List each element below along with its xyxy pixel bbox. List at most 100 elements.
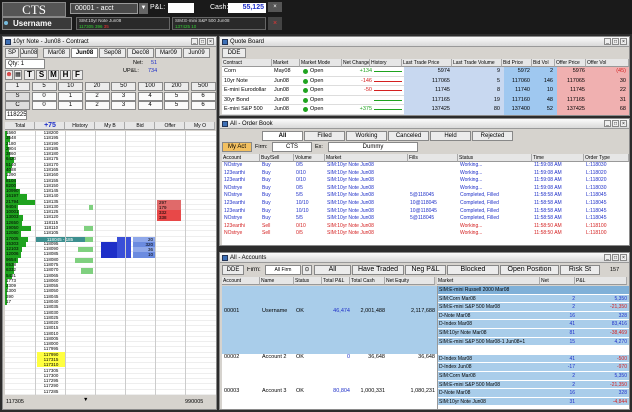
ladder-price[interactable]: 118155 <box>37 178 65 183</box>
ladder-price[interactable]: 118000 <box>37 341 65 346</box>
ladder-price[interactable]: 118145 <box>37 188 65 193</box>
scroll-down-icon[interactable]: ▼ <box>83 397 88 403</box>
qty-row-cell[interactable]: 3 <box>111 101 136 110</box>
order-row[interactable]: 123earthi Buy 0/10 SIM:10yr Note Jun08 Worki… <box>222 170 629 178</box>
ladder-price[interactable]: 118090 <box>37 246 65 251</box>
position-row[interactable]: SIM:10yr Note Jun08 31 -4,844 <box>438 397 629 407</box>
order-column-header[interactable]: Account <box>222 154 260 162</box>
quote-column-header[interactable]: History <box>370 59 402 67</box>
qty-row-cell[interactable]: 1 <box>58 92 83 101</box>
quote-row[interactable]: E-mini S&P 500 Jun08 Open +375 137425 80 13740… <box>222 105 629 115</box>
ladder-price[interactable]: 118110 <box>37 225 65 230</box>
ladder-price[interactable]: 118120 <box>37 214 65 219</box>
dom-column-header[interactable]: My B <box>95 122 125 130</box>
tab-month-dec08[interactable]: Dec08 <box>127 48 154 58</box>
account-row[interactable]: 00003 Account 3 OK 80,804 1,000,331 1,080,231 <box>222 388 437 396</box>
order-column-header[interactable]: Volume <box>294 154 325 162</box>
quote-column-header[interactable]: Last Trade Price <box>402 59 452 67</box>
ladder-price[interactable]: 118125 <box>37 209 65 214</box>
user-name[interactable]: Username <box>2 17 72 30</box>
order-type-button-f[interactable]: F <box>72 70 83 80</box>
qty-row-cell[interactable]: 1 <box>58 101 83 110</box>
filter-button-have-traded[interactable]: Have Traded <box>352 265 404 275</box>
qty-preset-button[interactable]: 1 <box>5 82 30 91</box>
position-row[interactable]: D-Note Mar08 16 328 <box>438 311 629 321</box>
quote-row[interactable]: E-mini Eurodollar Jun08 Open -50 11745 8 11740… <box>222 86 629 96</box>
quote-column-header[interactable]: Net Change <box>342 59 370 67</box>
tab-month-sep08[interactable]: Sep08 <box>99 48 126 58</box>
qty-row-cell[interactable]: C <box>5 101 30 110</box>
dom-column-header[interactable]: History <box>65 122 95 130</box>
qty-preset-button[interactable]: 500 <box>190 82 216 91</box>
dom-titlebar[interactable]: 10yr Note - Jun08 - Contract _ □ × <box>3 37 216 47</box>
qty-preset-button[interactable]: 200 <box>164 82 189 91</box>
tab-month-jun09[interactable]: Jun09 <box>183 48 210 58</box>
quote-column-header[interactable]: Contract <box>222 59 272 67</box>
position-row[interactable]: SIM:E-mini Russell 2000 Mar08 <box>438 286 629 295</box>
tab-held[interactable]: Held <box>430 131 471 141</box>
ladder-price[interactable]: 118005 <box>37 336 65 341</box>
tab-canceled[interactable]: Canceled <box>388 131 429 141</box>
maximize-button[interactable]: □ <box>199 38 206 45</box>
ladder-price[interactable]: 117295 <box>37 378 65 383</box>
account-column-header[interactable]: Net Equity <box>385 277 435 285</box>
ladder-price[interactable]: 117290 <box>37 383 65 388</box>
ladder-price[interactable]: 118160 <box>37 172 65 177</box>
maximize-button[interactable]: □ <box>612 38 619 45</box>
ladder-price[interactable]: 118040 <box>37 299 65 304</box>
account-column-header[interactable]: Status <box>294 277 322 285</box>
qty-row-cell[interactable]: 3 <box>111 92 136 101</box>
order-column-header[interactable]: Market <box>325 154 408 162</box>
tab-month-mar08[interactable]: Mar08 <box>43 48 70 58</box>
ladder-price[interactable]: 118020 <box>37 320 65 325</box>
binoculars-icon[interactable]: ⊙ <box>302 265 312 275</box>
ladder-price[interactable]: 118080 <box>37 257 65 262</box>
maximize-button[interactable]: □ <box>612 254 619 261</box>
account-row[interactable]: 00002 Account 2 OK 0 36,648 36,648 <box>222 354 437 362</box>
dde-button[interactable]: DDE <box>222 265 244 275</box>
qty-row-cell[interactable]: 4 <box>137 101 163 110</box>
minimize-button[interactable]: _ <box>604 120 611 127</box>
ladder-price[interactable]: 118185 <box>37 146 65 151</box>
minimize-button[interactable]: _ <box>604 38 611 45</box>
qty-preset-button[interactable]: 50 <box>111 82 136 91</box>
firm-select[interactable]: CTS <box>272 142 312 152</box>
order-type-button-t[interactable]: T <box>24 70 35 80</box>
ladder-price[interactable]: 118195 <box>37 135 65 140</box>
ladder-price[interactable]: 118010 <box>37 331 65 336</box>
order-book-titlebar[interactable]: All - Order Book _ □ × <box>220 119 629 129</box>
order-row[interactable]: 123earthi Sell 0/10 SIM:10yr Note Jun08 Work… <box>222 223 629 231</box>
toolbar-month-button[interactable]: Jun08 <box>20 48 38 58</box>
position-row[interactable] <box>438 346 629 355</box>
qty-row-cell[interactable]: 5 <box>164 92 189 101</box>
ladder-price[interactable]: 117305 <box>37 368 65 373</box>
qty-row-cell[interactable]: 6 <box>190 92 216 101</box>
ladder-price[interactable]: 117315 <box>37 357 65 363</box>
ladder-price[interactable]: 118055 <box>37 283 65 288</box>
ladder-price[interactable]: 118045 <box>37 294 65 299</box>
price-field[interactable]: 118225 <box>5 110 27 120</box>
window-controls[interactable]: × <box>268 2 282 12</box>
ladder-price[interactable]: 117300 <box>37 373 65 378</box>
ladder-price[interactable]: 118070 <box>37 267 65 272</box>
order-row[interactable]: NOstrye Buy 5/5 SIM:10yr Note Jun08 5@118045… <box>222 192 629 200</box>
cancel-all-icon[interactable]: ⊗ <box>5 70 13 80</box>
order-row[interactable]: NOstrye Buy 0/5 SIM:10yr Note Jun08 Working.… <box>222 162 629 170</box>
quote-column-header[interactable]: Bid Vol <box>532 59 555 67</box>
my-account-button[interactable]: My Act <box>222 142 252 152</box>
qty-preset-button[interactable]: 10 <box>58 82 83 91</box>
qty-row-cell[interactable]: S <box>5 92 30 101</box>
grid-icon[interactable]: ▦ <box>14 70 22 80</box>
ladder-price[interactable]: 118130 <box>37 204 65 209</box>
order-column-header[interactable]: Status <box>458 154 532 162</box>
filter-button-open-position[interactable]: Open Position <box>500 265 559 275</box>
ladder-price[interactable]: 118015 <box>37 325 65 330</box>
dde-button[interactable]: DDE <box>222 48 246 58</box>
order-row[interactable]: NOstrye Buy 0/5 SIM:10yr Note Jun08 Working.… <box>222 185 629 193</box>
order-row[interactable]: NOstrye Buy 5/5 SIM:10yr Note Jun08 5@118045… <box>222 215 629 223</box>
order-column-header[interactable]: Order Type <box>584 154 629 162</box>
order-column-header[interactable]: Time <box>532 154 584 162</box>
account-column-header[interactable]: Total Cash <box>350 277 385 285</box>
ladder-price[interactable]: 118060 <box>37 278 65 283</box>
ladder-price[interactable]: 117990 <box>37 351 65 357</box>
